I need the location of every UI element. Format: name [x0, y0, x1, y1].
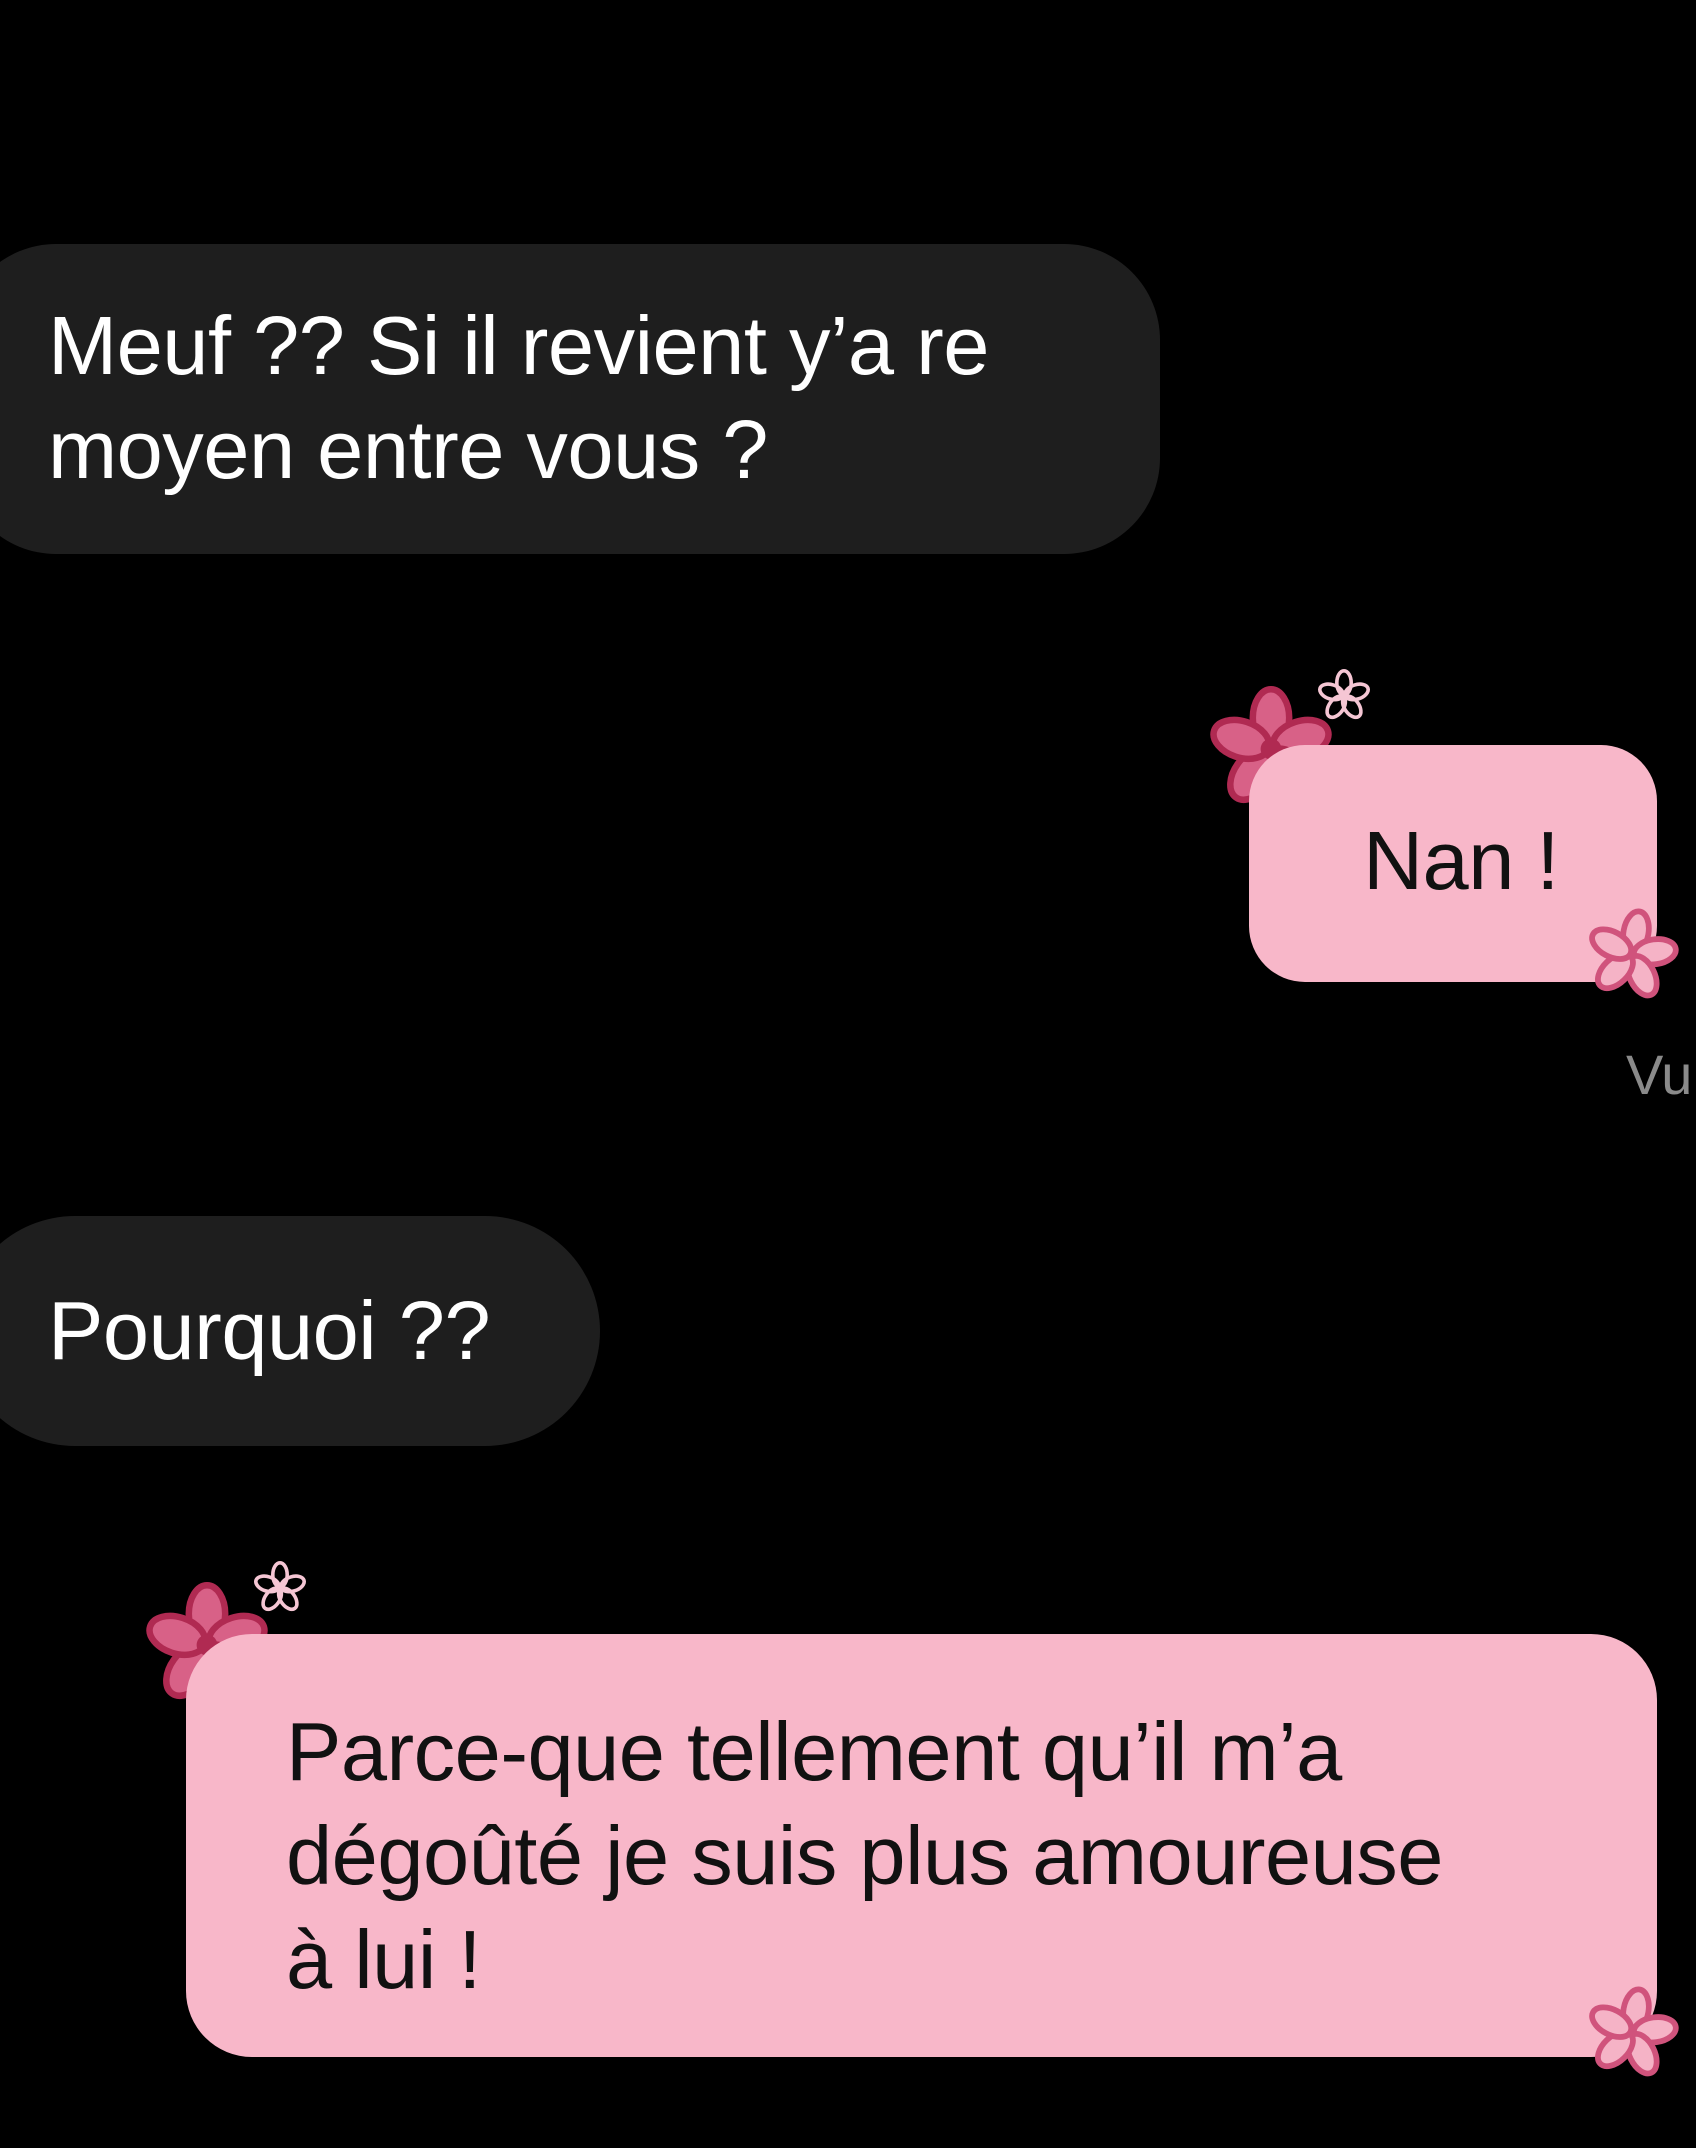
message-text: Pourquoi ??	[48, 1284, 491, 1377]
message-bubble-incoming[interactable]: Meuf ?? Si il revient y’a re moyen entre…	[0, 244, 1160, 554]
flower-icon	[1589, 908, 1679, 999]
message-bubble-incoming[interactable]: Pourquoi ??	[0, 1216, 600, 1446]
message-text: Parce-que tellement qu’il m’a dégoûté je…	[286, 1705, 1443, 2006]
flower-icon	[1589, 1986, 1679, 2077]
message-text: Nan !	[1363, 814, 1559, 907]
seen-indicator: Vu	[1626, 1043, 1693, 1106]
flower-icon	[1318, 669, 1370, 720]
message-bubble-outgoing[interactable]: Parce-que tellement qu’il m’a dégoûté je…	[186, 1634, 1657, 2057]
flower-icon	[254, 1561, 306, 1612]
message-text: Meuf ?? Si il revient y’a re moyen entre…	[48, 299, 989, 496]
